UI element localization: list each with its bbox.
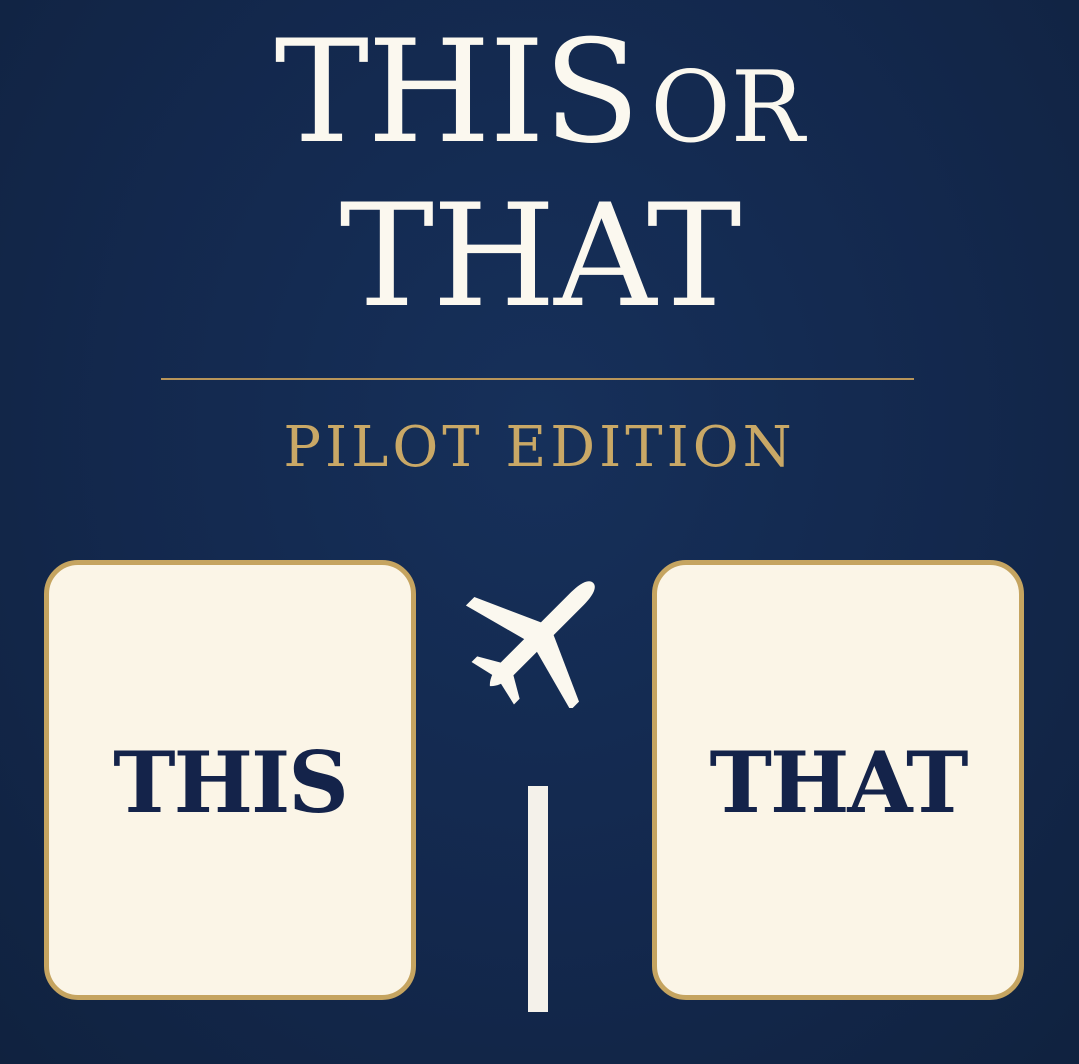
option-this-card[interactable]: THIS bbox=[44, 560, 416, 1000]
runway-line bbox=[528, 786, 548, 1012]
subtitle: PILOT EDITION bbox=[283, 415, 796, 480]
title-line-1: THIS OR bbox=[0, 22, 1079, 164]
option-that-label: THAT bbox=[709, 733, 969, 832]
option-that-card[interactable]: THAT bbox=[652, 560, 1024, 1000]
option-this-label: THIS bbox=[113, 733, 349, 832]
airplane-icon bbox=[465, 581, 595, 708]
title-that-word: THAT bbox=[339, 174, 741, 339]
divider-rule bbox=[161, 378, 914, 380]
title-this-word: THIS bbox=[274, 10, 640, 175]
title-or-word: OR bbox=[650, 51, 805, 165]
